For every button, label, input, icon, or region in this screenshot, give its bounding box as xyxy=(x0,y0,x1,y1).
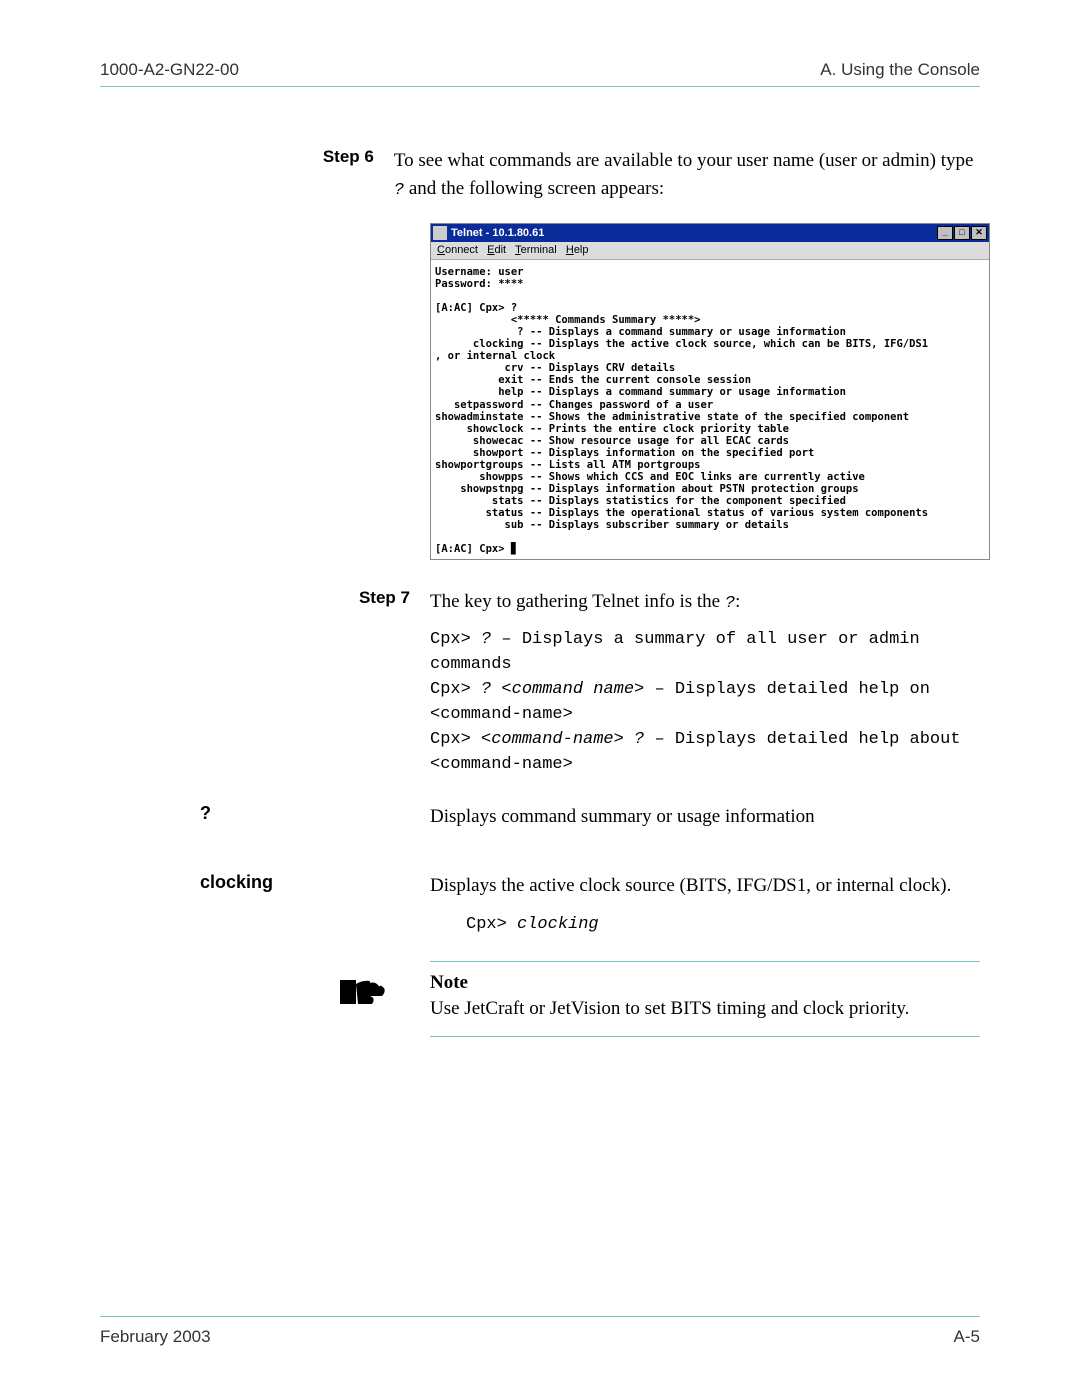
menu-terminal[interactable]: Terminal xyxy=(515,244,557,256)
cmd3-desc2: <command-name> xyxy=(430,754,980,777)
doc-id: 1000-A2-GN22-00 xyxy=(100,60,239,80)
cmd1-desc: – Displays a summary of all user or admi… xyxy=(491,630,919,649)
telnet-titlebar: Telnet - 10.1.80.61 _ □ ✕ xyxy=(431,224,989,242)
cmd2-sp xyxy=(491,680,501,699)
telnet-title: Telnet - 10.1.80.61 xyxy=(451,227,544,240)
chapter-title: A. Using the Console xyxy=(820,60,980,80)
footer-page: A-5 xyxy=(954,1327,980,1347)
clocking-cmd: clocking xyxy=(517,915,599,934)
step6-q: ? xyxy=(394,181,404,200)
note-heading: Note xyxy=(430,972,909,994)
step6-text-a: To see what commands are available to yo… xyxy=(394,150,974,171)
telnet-menubar: Connect Edit Terminal Help xyxy=(431,242,989,260)
step6-label: Step 6 xyxy=(295,147,394,203)
footer-date: February 2003 xyxy=(100,1327,211,1347)
section-clocking-label: clocking xyxy=(200,872,273,893)
close-button[interactable]: ✕ xyxy=(971,226,987,240)
step7-q: ? xyxy=(725,594,735,613)
header-row: 1000-A2-GN22-00 A. Using the Console xyxy=(100,60,980,80)
window-buttons: _ □ ✕ xyxy=(937,226,987,240)
cmd3-name: <command-name> xyxy=(481,730,624,749)
cmd3-sp xyxy=(624,730,634,749)
clocking-prompt: Cpx> xyxy=(466,915,517,934)
step6-text: To see what commands are available to yo… xyxy=(394,147,980,203)
telnet-terminal-output: Username: user Password: **** [A:AC] Cpx… xyxy=(431,260,989,560)
section-qmark-desc: Displays command summary or usage inform… xyxy=(430,803,980,831)
cmd3-prompt: Cpx> xyxy=(430,730,481,749)
cmd2-prompt: Cpx> xyxy=(430,680,481,699)
cmd2-q: ? xyxy=(481,680,491,699)
telnet-window: Telnet - 10.1.80.61 _ □ ✕ Connect Edit T… xyxy=(430,223,990,560)
step7-text-b: : xyxy=(735,591,740,612)
telnet-app-icon xyxy=(433,226,447,240)
menu-help[interactable]: Help xyxy=(566,244,589,256)
cmd1-q: ? xyxy=(481,630,491,649)
minimize-button[interactable]: _ xyxy=(937,226,953,240)
step7-label: Step 7 xyxy=(295,588,430,617)
maximize-button[interactable]: □ xyxy=(954,226,970,240)
note-text: Use JetCraft or JetVision to set BITS ti… xyxy=(430,998,909,1020)
section-qmark-label: ? xyxy=(200,803,211,824)
cmd2-name: <command name> xyxy=(501,680,644,699)
cmd1-desc2: commands xyxy=(430,654,980,677)
menu-connect[interactable]: Connect xyxy=(437,244,478,256)
cmd2-desc2: <command-name> xyxy=(430,704,980,727)
header-rule xyxy=(100,86,980,87)
cmd3-desc: – Displays detailed help about xyxy=(644,730,960,749)
step7-text: The key to gathering Telnet info is the … xyxy=(430,588,740,617)
section-clocking-body: Displays the active clock source (BITS, … xyxy=(430,872,980,1036)
menu-edit[interactable]: Edit xyxy=(487,244,506,256)
cmd3-q: ? xyxy=(634,730,644,749)
step7-commands: Cpx> ? – Displays a summary of all user … xyxy=(430,629,980,777)
step7-block: Step 7 The key to gathering Telnet info … xyxy=(430,588,980,776)
step6-block: Step 6 To see what commands are availabl… xyxy=(430,147,980,560)
clocking-desc: Displays the active clock source (BITS, … xyxy=(430,872,980,900)
step6-text-b: and the following screen appears: xyxy=(404,178,664,199)
note-block: Note Use JetCraft or JetVision to set BI… xyxy=(430,961,980,1037)
cmd2-desc: – Displays detailed help on xyxy=(644,680,930,699)
page: 1000-A2-GN22-00 A. Using the Console Ste… xyxy=(0,0,1080,1397)
note-hand-icon xyxy=(340,974,388,1015)
footer: February 2003 A-5 xyxy=(100,1316,980,1347)
cmd1-prompt: Cpx> xyxy=(430,630,481,649)
step7-text-a: The key to gathering Telnet info is the xyxy=(430,591,725,612)
